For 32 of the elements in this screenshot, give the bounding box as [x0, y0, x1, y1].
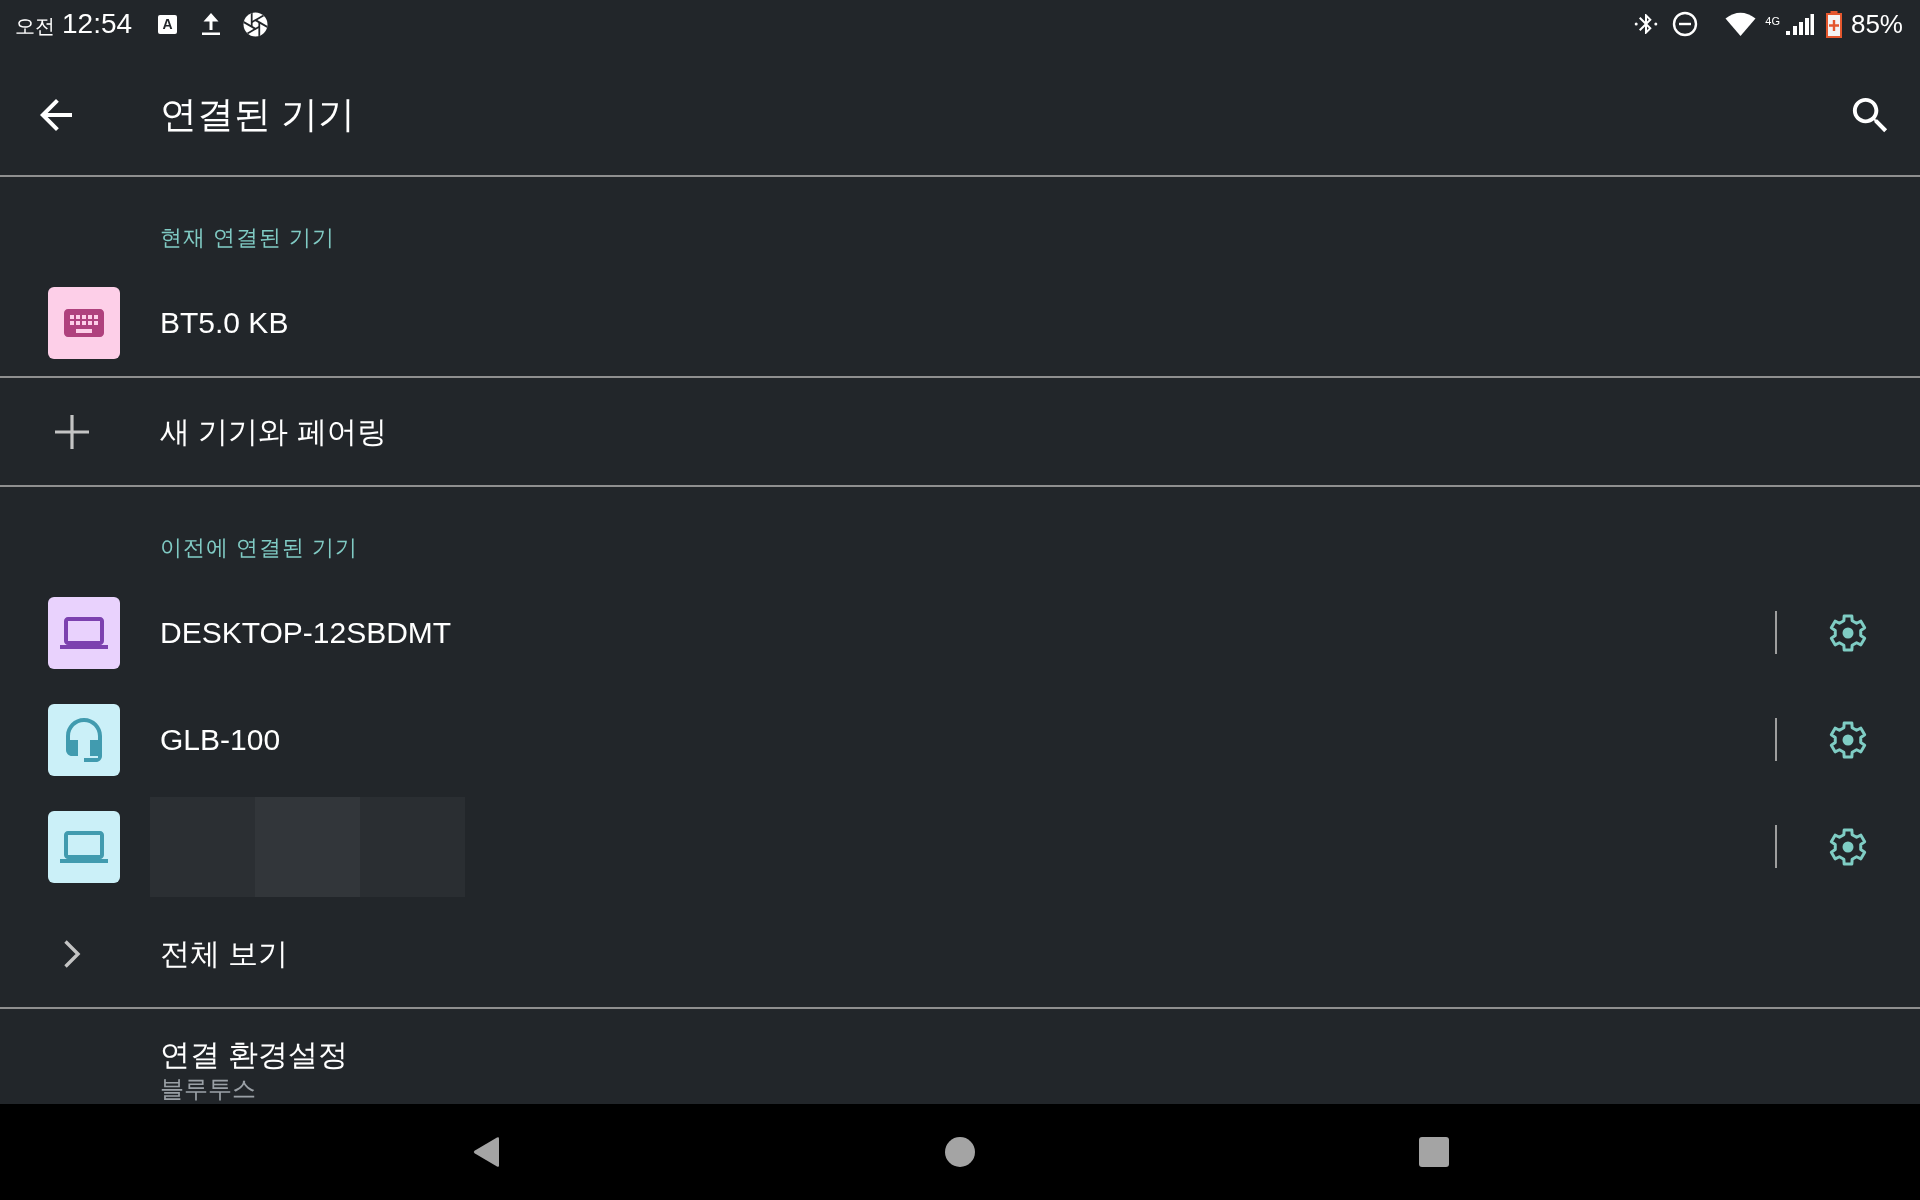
- preference-summary: 블루투스: [160, 1075, 256, 1103]
- aperture-icon: [243, 11, 269, 37]
- upload-icon: [201, 12, 222, 36]
- square-icon: [1419, 1137, 1449, 1167]
- preference-title[interactable]: 연결 환경설정: [160, 1035, 349, 1075]
- network-type-label: 4G: [1765, 15, 1780, 27]
- device-name[interactable]: DESKTOP-12SBDMT: [160, 612, 452, 653]
- battery-percent: 85%: [1850, 8, 1903, 40]
- letter-tile-icon: A: [158, 14, 178, 34]
- section-header: 현재 연결된 기기: [160, 225, 336, 250]
- minus-circle-icon: [1672, 11, 1699, 37]
- settings-button[interactable]: [1828, 719, 1868, 760]
- clock-time: 12:54: [62, 8, 133, 40]
- chevron-right-icon: [63, 938, 81, 969]
- action-label[interactable]: 전체 보기: [160, 933, 289, 974]
- settings-icon: [1828, 826, 1868, 867]
- settings-button[interactable]: [1828, 826, 1868, 867]
- page-title: 연결된 기기: [160, 93, 356, 137]
- section-header: 이전에 연결된 기기: [160, 535, 359, 560]
- settings-button[interactable]: [1828, 612, 1868, 653]
- am-pm-label: 오전: [15, 14, 55, 38]
- wifi-icon: [1725, 12, 1757, 36]
- device-name[interactable]: BT5.0 KB: [160, 302, 289, 343]
- settings-icon: [1828, 612, 1868, 653]
- triangle-icon: [471, 1136, 501, 1168]
- signal-bars-icon: [1785, 13, 1814, 35]
- circle-icon: [945, 1137, 975, 1167]
- device-name[interactable]: GLB-100: [160, 719, 281, 760]
- plus-icon: [55, 414, 89, 449]
- settings-icon: [1828, 719, 1868, 760]
- bluetooth-icon: [1634, 12, 1659, 36]
- action-label[interactable]: 새 기기와 페어링: [160, 411, 387, 452]
